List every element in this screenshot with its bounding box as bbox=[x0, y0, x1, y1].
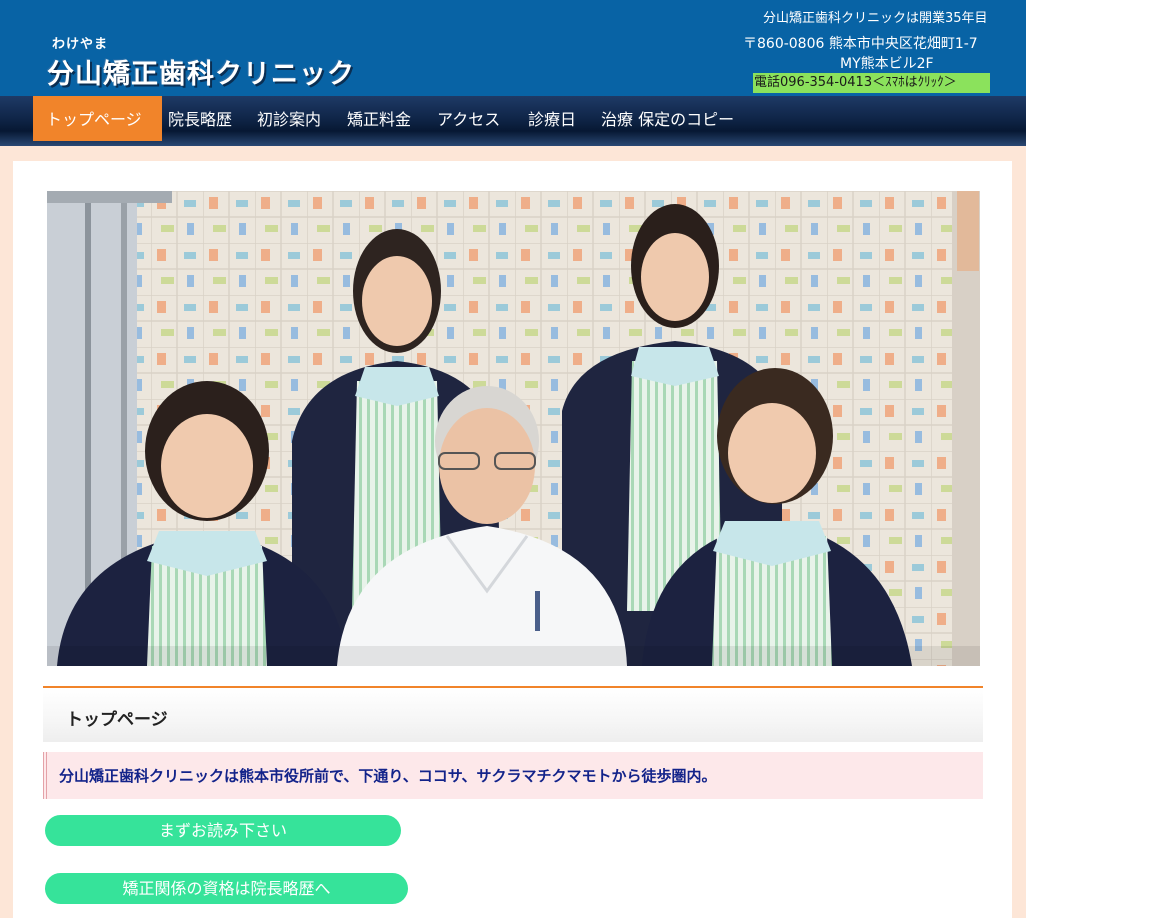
nav-item-schedule[interactable]: 診療日 bbox=[528, 96, 576, 141]
staff-group-photo bbox=[47, 191, 980, 666]
nav-item-retention-copy[interactable]: 治療 保定のコピー bbox=[601, 96, 734, 141]
lead-text: 分山矯正歯科クリニックは熊本市役所前で、下通り、ココサ、サクラマチクマモトから徒… bbox=[59, 767, 717, 785]
qualifications-button[interactable]: 矯正関係の資格は院長略歴へ bbox=[45, 873, 408, 904]
nav-item-top[interactable]: トップページ bbox=[33, 96, 162, 141]
section-heading: トップページ bbox=[43, 686, 983, 742]
nav-item-first-visit[interactable]: 初診案内 bbox=[257, 96, 321, 141]
lead-box: 分山矯正歯科クリニックは熊本市役所前で、下通り、ココサ、サクラマチクマモトから徒… bbox=[43, 752, 983, 799]
nav-item-fees[interactable]: 矯正料金 bbox=[347, 96, 411, 141]
address-text: 〒860-0806 熊本市中央区花畑町1-7 bbox=[743, 36, 978, 52]
site-header: わけやま 分山矯正歯科クリニック 分山矯正歯科クリニックは開業35年目 〒860… bbox=[0, 0, 1026, 96]
nav-item-access[interactable]: アクセス bbox=[437, 96, 500, 141]
phone-link[interactable]: 電話096-354-0413＜ｽﾏﾎはｸﾘｯｸ＞ bbox=[753, 73, 990, 93]
building-text: MY熊本ビル2F bbox=[840, 56, 934, 72]
site-logo[interactable]: 分山矯正歯科クリニック bbox=[47, 52, 355, 91]
section-heading-text: トップページ bbox=[66, 710, 168, 730]
years-open-text: 分山矯正歯科クリニックは開業35年目 bbox=[763, 11, 988, 26]
read-first-button[interactable]: まずお読み下さい bbox=[45, 815, 401, 846]
logo-ruby: わけやま bbox=[52, 37, 109, 52]
nav-item-profile[interactable]: 院長略歴 bbox=[168, 96, 232, 141]
main-nav: トップページ 院長略歴 初診案内 矯正料金 アクセス 診療日 治療 保定のコピー bbox=[0, 96, 1026, 146]
